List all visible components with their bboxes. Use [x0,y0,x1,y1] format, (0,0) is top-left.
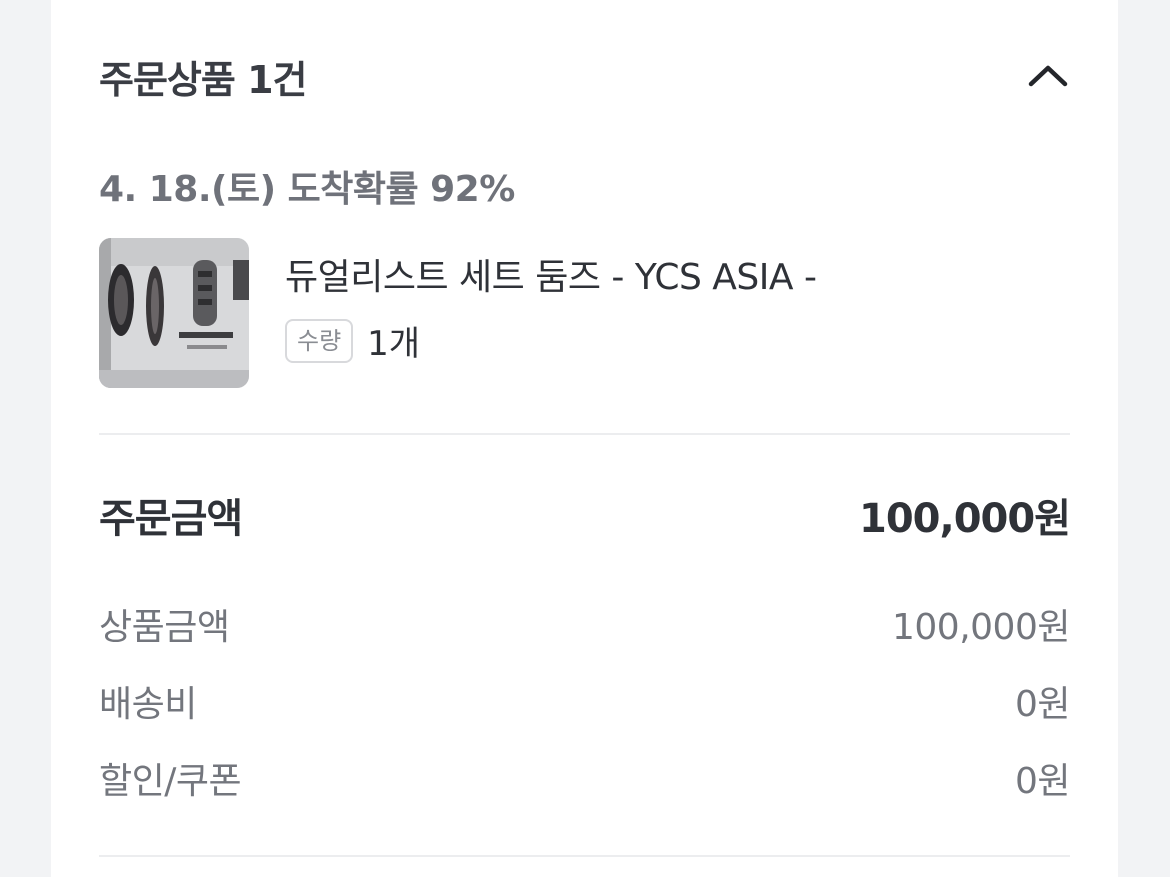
shipping-fee-row: 배송비 0원 [99,673,1071,729]
quantity-badge: 수량 [285,318,354,363]
product-thumbnail [99,238,249,388]
discount-coupon-value: 0원 [1014,761,1071,802]
order-items-header[interactable]: 주문상품 1건 [99,40,1070,112]
divider [99,433,1070,435]
order-summary-card: 주문상품 1건 4. 18.(토) 도착확률 92% 듀얼리스트 세트 둠즈 -… [51,0,1118,877]
discount-coupon-row: 할인/쿠폰 0원 [99,750,1071,806]
product-price-value: 100,000원 [892,607,1071,648]
discount-coupon-label: 할인/쿠폰 [99,761,242,802]
chevron-up-icon [1028,65,1068,87]
arrival-estimate: 4. 18.(토) 도착확률 92% [99,169,515,210]
shipping-fee-label: 배송비 [99,684,197,725]
product-info: 듀얼리스트 세트 둠즈 - YCS ASIA - 수량 1개 [285,238,817,388]
quantity-row: 수량 1개 [285,316,816,365]
order-total-row: 주문금액 100,000원 [99,485,1071,545]
shipping-fee-value: 0원 [1014,684,1071,725]
order-total-value: 100,000원 [859,496,1071,542]
divider [99,855,1070,857]
quantity-value: 1개 [367,324,421,364]
order-items-title: 주문상품 1건 [99,57,307,102]
product-price-row: 상품금액 100,000원 [99,596,1071,652]
order-total-label: 주문금액 [99,496,243,542]
product-image [99,238,249,388]
product-item[interactable]: 듀얼리스트 세트 둠즈 - YCS ASIA - 수량 1개 [99,238,1070,388]
product-price-label: 상품금액 [99,607,230,648]
collapse-button[interactable] [1026,54,1070,98]
product-name[interactable]: 듀얼리스트 세트 둠즈 - YCS ASIA - [285,248,817,300]
